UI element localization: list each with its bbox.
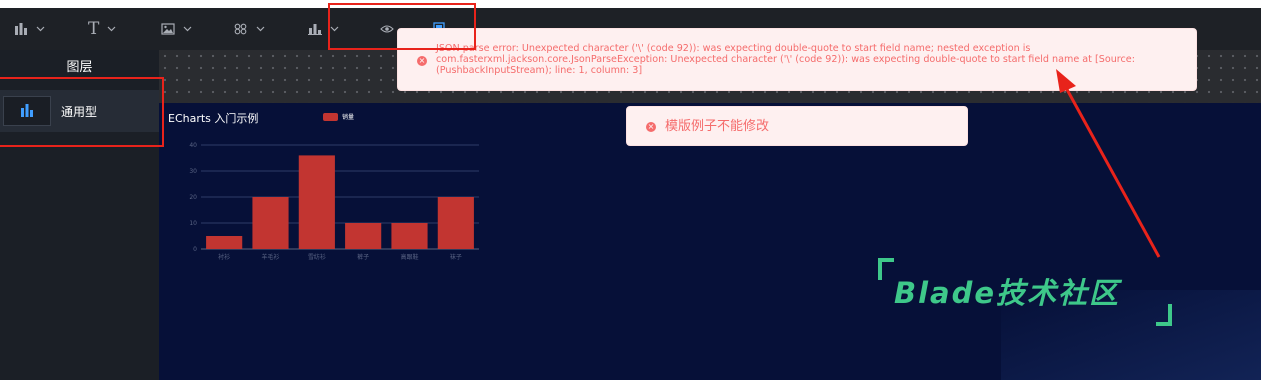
- bar: [391, 223, 428, 249]
- toolbar-image-dropdown[interactable]: [161, 8, 192, 50]
- browser-top-strip: [0, 0, 1261, 8]
- bar: [298, 155, 335, 249]
- x-tick-label: 衬衫: [218, 253, 230, 261]
- watermark-text: Blade技术社区: [894, 276, 1121, 310]
- y-tick-label: 0: [193, 246, 197, 253]
- watermark: Blade技术社区: [878, 258, 1178, 326]
- chevron-down-icon: [36, 26, 45, 32]
- error-toast-template: × 模版例子不能修改: [626, 106, 968, 146]
- toolbar-chart-dropdown[interactable]: [14, 8, 45, 50]
- error-circle-icon: ×: [417, 56, 427, 66]
- bar: [345, 223, 382, 249]
- x-tick-label: 雪纺衫: [308, 253, 326, 261]
- bar: [206, 236, 243, 249]
- bar-chart-icon: [308, 23, 322, 35]
- chevron-down-icon: [183, 26, 192, 32]
- text-icon: T: [88, 19, 100, 39]
- annotation-box-toolbar: [328, 3, 476, 50]
- error-toast-message: JSON parse error: Unexpected character (…: [436, 43, 1135, 76]
- toolbar-component-dropdown[interactable]: [234, 8, 265, 50]
- image-icon: [161, 23, 175, 35]
- toolbar-text-dropdown[interactable]: T: [88, 8, 116, 50]
- annotation-box-layer: [0, 77, 164, 147]
- y-tick-label: 20: [189, 194, 197, 201]
- bar-chart-icon: [14, 23, 28, 35]
- y-tick-label: 10: [189, 220, 197, 227]
- watermark-bracket-right: [1156, 304, 1172, 326]
- layer-panel-title: 图层: [0, 50, 159, 80]
- grid-icon: [234, 23, 248, 35]
- watermark-bracket-left: [878, 258, 894, 280]
- chart-plot-area: 0 10 20 30 40 衬衫 羊毛衫 雪纺衫 裤子 高跟鞋 袜子: [189, 142, 479, 261]
- error-toast-json: × JSON parse error: Unexpected character…: [397, 28, 1197, 91]
- x-tick-label: 裤子: [357, 253, 369, 261]
- x-tick-label: 高跟鞋: [400, 253, 418, 261]
- echarts-bar-chart[interactable]: ECharts 入门示例 销量 0 10 20 30 40 衬衫 羊毛衫 雪纺衫 裤子 高跟鞋 袜子: [159, 103, 489, 273]
- bar: [437, 197, 474, 249]
- x-tick-label: 羊毛衫: [261, 253, 279, 261]
- chevron-down-icon: [256, 26, 265, 32]
- bar: [252, 197, 289, 249]
- chevron-down-icon: [107, 26, 116, 32]
- y-tick-label: 30: [189, 168, 197, 175]
- error-circle-icon: ×: [646, 122, 656, 132]
- error-toast-message: 模版例子不能修改: [665, 119, 770, 134]
- y-tick-label: 40: [189, 142, 197, 149]
- x-tick-label: 袜子: [450, 253, 462, 261]
